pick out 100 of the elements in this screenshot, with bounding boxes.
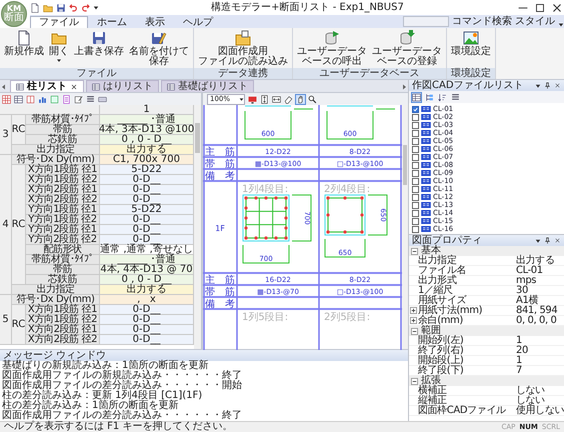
- sort-icon[interactable]: [438, 92, 447, 102]
- checkbox[interactable]: [412, 218, 419, 224]
- settings-button[interactable]: 環境設定: [450, 30, 492, 57]
- checkbox[interactable]: [412, 170, 419, 176]
- scrollbar-thumb[interactable]: [403, 145, 407, 185]
- table-cell[interactable]: 0-D__: [100, 225, 194, 235]
- pin-icon[interactable]: [544, 82, 551, 89]
- checkbox[interactable]: [412, 130, 419, 136]
- checkbox[interactable]: [412, 138, 419, 144]
- collapse-icon[interactable]: [411, 248, 418, 254]
- checkbox[interactable]: [412, 162, 419, 168]
- document-icon[interactable]: [30, 2, 40, 12]
- scrollbar-thumb[interactable]: [195, 123, 200, 153]
- property-value[interactable]: 使用しない: [516, 406, 564, 415]
- load-database-button[interactable]: ユーザーデータ ベースの呼出: [296, 30, 368, 67]
- close-icon[interactable]: [70, 82, 78, 90]
- new-button[interactable]: 新規作成: [3, 30, 45, 57]
- ribbon-tab[interactable]: ヘルプ: [174, 16, 222, 28]
- checkbox[interactable]: [412, 114, 419, 120]
- keyboard-icon[interactable]: [98, 94, 107, 104]
- eraser-icon[interactable]: [284, 94, 293, 104]
- table-cell[interactable]: 0-D__: [100, 175, 194, 185]
- table-cell[interactable]: 4本, 4本-D13 @ 70: [100, 265, 194, 275]
- caret-icon[interactable]: [535, 238, 541, 243]
- table-cell[interactable]: 0-D__: [100, 335, 194, 345]
- rows-icon[interactable]: [86, 94, 95, 104]
- document-tab[interactable]: 柱リスト: [10, 80, 84, 92]
- open-button[interactable]: 開く: [48, 30, 70, 62]
- checkbox[interactable]: [412, 186, 419, 192]
- split-icon[interactable]: [26, 94, 35, 104]
- ribbon-tab[interactable]: 表示: [136, 16, 174, 28]
- table-cell[interactable]: ______ ･普通: [100, 255, 194, 265]
- property-value[interactable]: しない: [516, 386, 564, 395]
- checkbox[interactable]: [412, 154, 419, 160]
- monitor-icon[interactable]: [248, 94, 257, 104]
- page-icon[interactable]: [62, 94, 71, 104]
- scrollbar[interactable]: [402, 105, 408, 349]
- undo-icon[interactable]: [69, 3, 78, 12]
- checkbox[interactable]: [412, 194, 419, 200]
- property-value[interactable]: 1: [516, 336, 564, 345]
- style-menu[interactable]: スタイル: [515, 16, 558, 28]
- redo-icon[interactable]: [81, 3, 90, 12]
- table-cell[interactable]: 出力する: [100, 145, 194, 155]
- checkbox[interactable]: [412, 146, 419, 152]
- property-value[interactable]: 7: [516, 366, 564, 375]
- checkbox[interactable]: [412, 122, 419, 128]
- property-value[interactable]: 30: [516, 286, 564, 295]
- property-value[interactable]: 0, 0, 0, 0: [516, 316, 564, 325]
- fit-width-icon[interactable]: [272, 94, 281, 104]
- scroll-left-icon[interactable]: [0, 82, 8, 92]
- table-cell[interactable]: 0 , 0 - D__: [100, 275, 194, 285]
- table-cell[interactable]: 4本, 3本-D13 @100: [100, 125, 194, 135]
- table-cell[interactable]: 出力する: [100, 285, 194, 295]
- table-cell[interactable]: 0-D__: [100, 235, 194, 245]
- property-value[interactable]: 20: [516, 346, 564, 355]
- expand-icon[interactable]: [410, 317, 417, 324]
- expand-icon[interactable]: [410, 307, 417, 314]
- collapse-icon[interactable]: [411, 378, 418, 384]
- close-icon[interactable]: [554, 82, 561, 89]
- document-tab[interactable]: 基礎ばりリスト: [161, 80, 254, 92]
- table-cell[interactable]: 0-D__: [100, 315, 194, 325]
- ribbon-tab[interactable]: ホーム: [88, 16, 136, 28]
- table-cell[interactable]: C1, 700x 700: [100, 155, 194, 165]
- table-cell[interactable]: 5-D22: [100, 205, 194, 215]
- table-cell[interactable]: 0 , 0 - D__: [100, 135, 194, 145]
- folder-icon[interactable]: [43, 2, 53, 12]
- hand-icon[interactable]: [296, 94, 305, 104]
- table-icon[interactable]: [14, 94, 23, 104]
- collapse-icon[interactable]: [411, 328, 418, 334]
- caret-icon[interactable]: [535, 83, 541, 88]
- checkbox[interactable]: [412, 178, 419, 184]
- property-value[interactable]: A1横: [516, 296, 564, 305]
- checkbox[interactable]: [412, 202, 419, 208]
- scrollbar[interactable]: [194, 105, 201, 349]
- document-tab[interactable]: はりリスト: [86, 80, 159, 92]
- table-cell[interactable]: 0-D__: [100, 325, 194, 335]
- import-button[interactable]: 図面作成用 ファイルの読み込み: [197, 30, 289, 67]
- table-cell[interactable]: ______ ･普通: [100, 115, 194, 125]
- property-value[interactable]: 出力する: [516, 256, 564, 265]
- grid-icon[interactable]: [2, 94, 11, 104]
- close-icon[interactable]: [554, 237, 561, 244]
- checkbox[interactable]: [412, 210, 419, 216]
- table-cell[interactable]: 0-D__: [100, 215, 194, 225]
- ribbon-tab[interactable]: ファイル: [30, 16, 88, 28]
- table-cell[interactable]: 0-D__: [100, 305, 194, 315]
- table-cell[interactable]: 0-D__: [100, 185, 194, 195]
- table-cell[interactable]: 通常 ,通常 ,寄せなし: [100, 245, 194, 255]
- property-value[interactable]: mps: [516, 276, 564, 285]
- table-cell[interactable]: 5-D22: [100, 165, 194, 175]
- table-cell[interactable]: , x: [100, 295, 194, 305]
- caret-icon[interactable]: [93, 4, 99, 10]
- save-button[interactable]: 上書き保存: [73, 30, 125, 57]
- checkbox[interactable]: [412, 226, 419, 232]
- register-database-button[interactable]: ユーザーデータ ベースの登録: [371, 30, 443, 67]
- property-value[interactable]: 841, 594: [516, 306, 564, 315]
- property-value[interactable]: しない: [516, 396, 564, 405]
- save-as-button[interactable]: 名前を付けて 保存: [128, 30, 190, 67]
- edit-icon[interactable]: [74, 94, 83, 104]
- search-field[interactable]: [403, 16, 449, 27]
- pin-icon[interactable]: [544, 237, 551, 244]
